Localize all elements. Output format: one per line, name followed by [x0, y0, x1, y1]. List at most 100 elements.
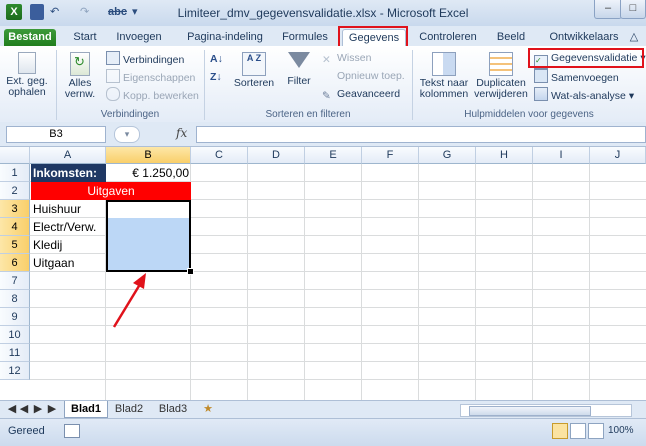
- group-connections-label: Verbindingen: [100, 109, 160, 120]
- sheet-tab-blad1[interactable]: Blad1: [64, 401, 108, 418]
- active-cell[interactable]: [108, 202, 189, 218]
- column-header-g[interactable]: G: [419, 147, 476, 164]
- reapply-icon: [322, 69, 334, 81]
- row-header-1[interactable]: 1: [0, 164, 30, 182]
- ribbon-separator: [56, 50, 57, 120]
- remove-duplicates-button[interactable]: Duplicaten verwijderen: [472, 52, 530, 100]
- row-header-3[interactable]: 3: [0, 200, 30, 218]
- row-header-2[interactable]: 2: [0, 182, 30, 200]
- sort-icon: A Z: [242, 52, 266, 76]
- tab-insert[interactable]: Invoegen: [112, 29, 166, 46]
- normal-view-icon[interactable]: [552, 423, 568, 439]
- tab-review[interactable]: Controleren: [416, 29, 480, 46]
- horizontal-scrollbar[interactable]: [460, 404, 632, 417]
- column-header-j[interactable]: J: [590, 147, 646, 164]
- row-header-9[interactable]: 9: [0, 308, 30, 326]
- cell-a6[interactable]: Uitgaan: [31, 254, 106, 272]
- selected-range[interactable]: [106, 200, 191, 272]
- select-all-corner[interactable]: [0, 147, 30, 164]
- reapply-button[interactable]: Opnieuw toep.: [322, 69, 405, 83]
- row-header-10[interactable]: 10: [0, 326, 30, 344]
- sort-za-button[interactable]: Z↓: [210, 70, 222, 84]
- what-if-analysis-button[interactable]: Wat-als-analyse ▾: [534, 87, 634, 102]
- scrollbar-thumb[interactable]: [469, 406, 591, 416]
- cell-a2-merged[interactable]: Uitgaven: [31, 182, 191, 200]
- cell-b1[interactable]: € 1.250,00: [106, 164, 191, 182]
- worksheet-grid[interactable]: A B C D E F G H I J 1 2 3 4 5 6 7 8 9 10…: [0, 147, 646, 400]
- edit-links-button[interactable]: Kopp. bewerken: [106, 87, 199, 102]
- refresh-all-button[interactable]: ↻ Alles vernw.: [60, 52, 100, 100]
- text-to-columns-button[interactable]: Tekst naar kolommen: [416, 52, 472, 100]
- link-icon: [106, 87, 120, 101]
- column-header-b[interactable]: B: [106, 147, 191, 164]
- minimize-button[interactable]: –: [594, 0, 622, 19]
- tab-file[interactable]: Bestand: [4, 29, 56, 46]
- tab-start[interactable]: Start: [68, 29, 102, 46]
- cell-a3[interactable]: Huishuur: [31, 200, 106, 218]
- column-header-i[interactable]: I: [533, 147, 590, 164]
- ribbon: Ext. geg. ophalen ↻ Alles vernw. Verbind…: [0, 46, 646, 123]
- expand-icon[interactable]: ▾: [114, 126, 140, 143]
- highlight-tab-data: [338, 26, 408, 48]
- formula-input[interactable]: [196, 126, 646, 143]
- row-header-8[interactable]: 8: [0, 290, 30, 308]
- prev-sheet-icon[interactable]: ◀: [18, 401, 30, 417]
- row-header-5[interactable]: 5: [0, 236, 30, 254]
- tab-page-layout[interactable]: Pagina-indeling: [180, 29, 270, 46]
- row-header-12[interactable]: 12: [0, 362, 30, 380]
- cell-a5[interactable]: Kledij: [31, 236, 106, 254]
- formula-bar: B3 ▾ fx: [0, 122, 646, 147]
- column-header-e[interactable]: E: [305, 147, 362, 164]
- column-header-h[interactable]: H: [476, 147, 533, 164]
- first-sheet-icon[interactable]: ◀: [6, 401, 18, 417]
- row-header-7[interactable]: 7: [0, 272, 30, 290]
- sort-az-button[interactable]: A↓: [210, 52, 223, 66]
- macro-record-icon[interactable]: [64, 424, 80, 438]
- new-sheet-icon[interactable]: ★: [198, 401, 218, 417]
- advanced-filter-button[interactable]: ✎ Geavanceerd: [322, 87, 401, 102]
- page-layout-view-icon[interactable]: [570, 423, 586, 439]
- sheet-tab-blad2[interactable]: Blad2: [108, 401, 150, 417]
- column-header-d[interactable]: D: [248, 147, 305, 164]
- reapply-label: Opnieuw toep.: [337, 70, 405, 82]
- row-header-11[interactable]: 11: [0, 344, 30, 362]
- clear-filter-button[interactable]: ✕ Wissen: [322, 51, 371, 66]
- last-sheet-icon[interactable]: ▶: [46, 401, 58, 417]
- sort-button[interactable]: A Z Sorteren: [232, 52, 276, 89]
- consolidate-button[interactable]: Samenvoegen: [534, 69, 619, 84]
- column-header-a[interactable]: A: [30, 147, 106, 164]
- page-break-view-icon[interactable]: [588, 423, 604, 439]
- status-bar: Gereed 100%: [0, 418, 646, 446]
- maximize-button[interactable]: □: [620, 0, 646, 19]
- properties-label: Eigenschappen: [123, 72, 196, 84]
- text-to-columns-icon: [432, 52, 456, 76]
- connections-label: Verbindingen: [123, 54, 185, 66]
- filter-button[interactable]: Filter: [282, 52, 316, 87]
- zoom-level[interactable]: 100%: [608, 425, 634, 436]
- minimize-ribbon-icon[interactable]: △: [626, 29, 642, 46]
- connections-button[interactable]: Verbindingen: [106, 51, 185, 66]
- row-header-6[interactable]: 6: [0, 254, 30, 272]
- next-sheet-icon[interactable]: ▶: [32, 401, 44, 417]
- ribbon-tabs: Bestand Start Invoegen Pagina-indeling F…: [0, 26, 646, 48]
- fill-handle[interactable]: [187, 268, 194, 275]
- tab-developer[interactable]: Ontwikkelaars: [546, 29, 622, 46]
- name-box[interactable]: B3: [6, 126, 106, 143]
- clear-icon: ✕: [322, 54, 331, 66]
- properties-button[interactable]: Eigenschappen: [106, 69, 196, 84]
- get-external-data-label-2: ophalen: [8, 86, 46, 98]
- get-external-data-button[interactable]: Ext. geg. ophalen: [4, 52, 50, 98]
- advanced-label: Geavanceerd: [337, 88, 401, 100]
- insert-function-button[interactable]: fx: [176, 126, 187, 140]
- sheet-tab-blad3[interactable]: Blad3: [152, 401, 194, 417]
- tab-view[interactable]: Beeld: [492, 29, 530, 46]
- cell-a1[interactable]: Inkomsten:: [31, 164, 106, 182]
- refresh-label-2: vernw.: [64, 88, 96, 100]
- properties-icon: [106, 69, 120, 83]
- cell-a4[interactable]: Electr/Verw.: [31, 218, 106, 236]
- row-header-4[interactable]: 4: [0, 218, 30, 236]
- tab-formulas[interactable]: Formules: [280, 29, 330, 46]
- column-header-f[interactable]: F: [362, 147, 419, 164]
- ribbon-separator: [412, 50, 413, 120]
- column-header-c[interactable]: C: [191, 147, 248, 164]
